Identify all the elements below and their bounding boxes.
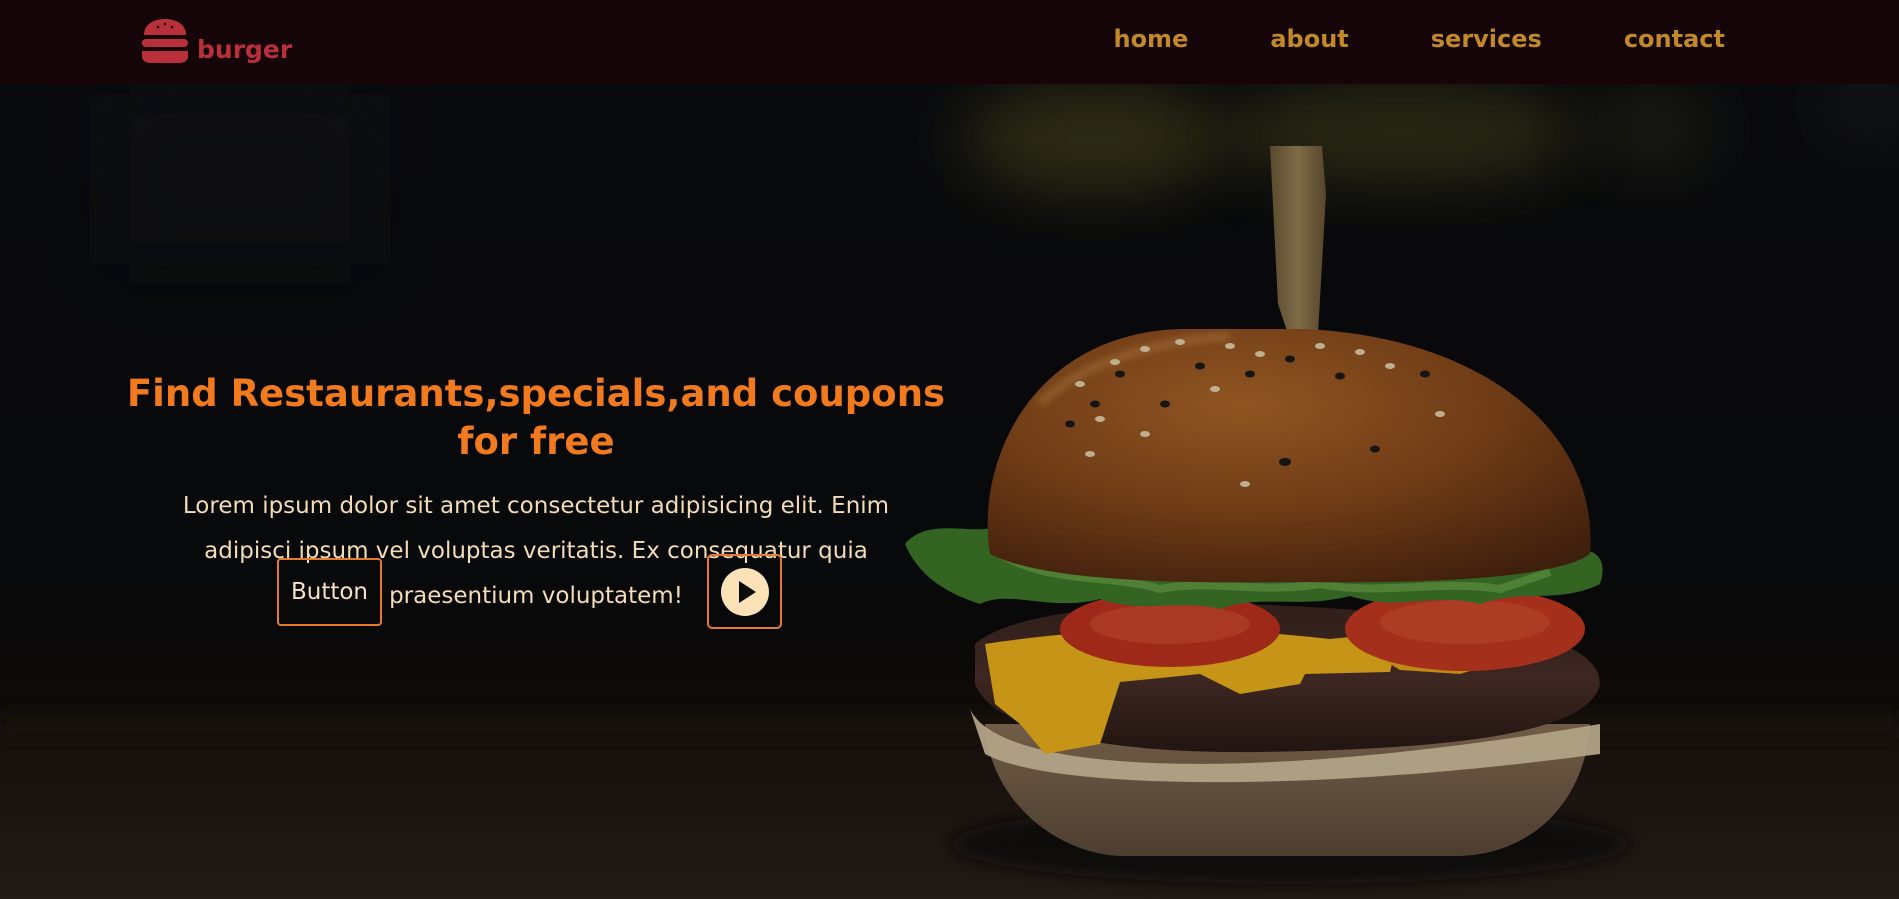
hero-content: Find Restaurants,specials,and coupons fo…: [126, 370, 946, 619]
brand-name: burger: [197, 35, 293, 64]
hero-title: Find Restaurants,specials,and coupons fo…: [126, 372, 946, 463]
cta-button[interactable]: Button: [277, 558, 382, 626]
nav-link-services[interactable]: services: [1431, 27, 1542, 51]
burger-icon: [142, 19, 188, 63]
play-icon: [720, 567, 769, 616]
navbar: burger home about services contact: [0, 0, 1899, 84]
play-button[interactable]: [707, 554, 782, 629]
nav-menu: home about services contact: [1113, 27, 1725, 51]
nav-link-home[interactable]: home: [1113, 27, 1188, 51]
page: burger home about services contact Find …: [0, 0, 1899, 899]
hero-section: Find Restaurants,specials,and coupons fo…: [0, 84, 1899, 899]
brand-logo[interactable]: burger: [141, 18, 292, 64]
nav-link-contact[interactable]: contact: [1624, 27, 1725, 51]
hero-description: Lorem ipsum dolor sit amet consectetur a…: [182, 493, 890, 609]
nav-link-about[interactable]: about: [1270, 27, 1348, 51]
